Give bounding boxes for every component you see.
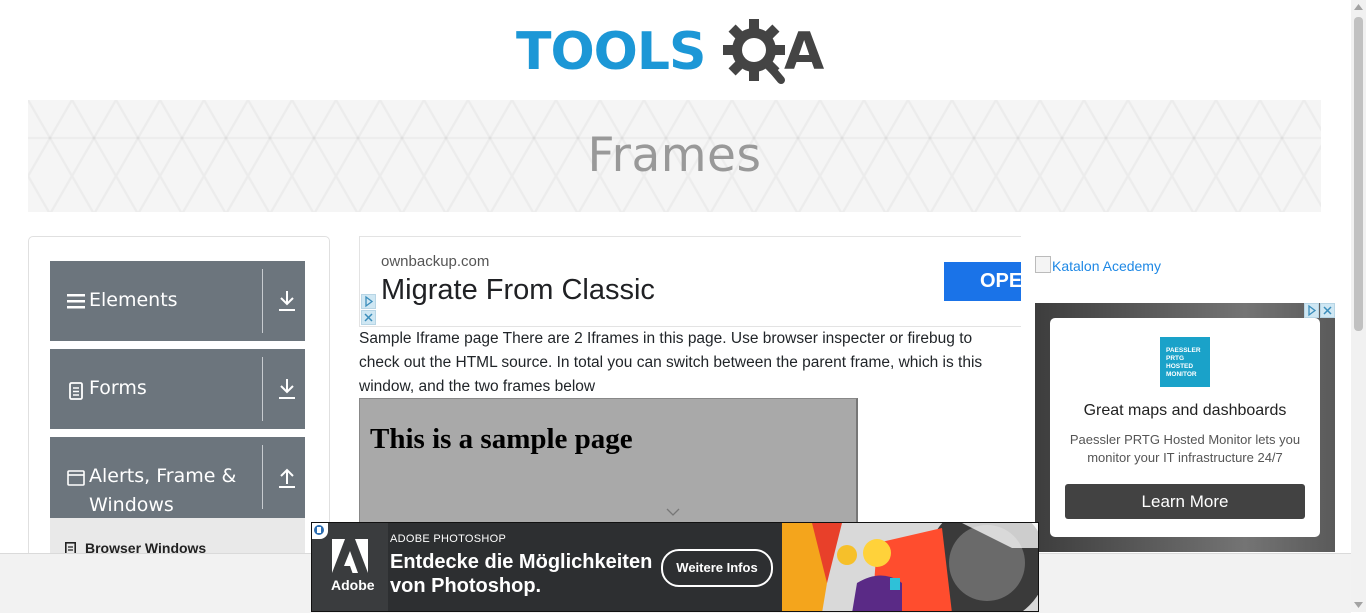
prtg-title: Great maps and dashboards [1083, 402, 1287, 419]
ad-artwork [782, 523, 1038, 611]
window-icon [67, 470, 85, 486]
sample-iframe[interactable]: This is a sample page [359, 398, 858, 528]
logo-text-a: A [784, 22, 824, 82]
ad-headline-line1: Entdecke die Möglichkeiten [390, 551, 653, 573]
adchoices-icon[interactable] [1304, 303, 1319, 318]
document-icon [69, 382, 83, 400]
ad-domain: ownbackup.com [381, 253, 490, 270]
toolsqa-logo[interactable]: TOOLS A [516, 14, 838, 92]
ad-open-button[interactable]: OPEN [944, 262, 1022, 301]
iframe-heading: This is a sample page [370, 423, 633, 455]
sidebar-group-forms[interactable]: Forms [50, 349, 305, 429]
close-icon[interactable] [1320, 303, 1335, 318]
top-advertisement[interactable]: ownbackup.com Migrate From Classic OPEN [359, 236, 1022, 327]
right-sidebar: Katalon Acedemy PAESSLER PRTG HOSTED MON… [1021, 236, 1335, 552]
upload-arrow-icon[interactable] [278, 466, 296, 488]
adobe-icon [332, 539, 368, 573]
adobe-logo-text: Adobe [331, 577, 375, 593]
download-arrow-icon[interactable] [278, 290, 296, 312]
sidebar-group-alerts-frame-windows[interactable]: Alerts, Frame & Windows [50, 437, 305, 518]
weitere-infos-button[interactable]: Weitere Infos [661, 549, 773, 587]
chevron-down-icon [666, 508, 680, 516]
katalon-alt-text: Katalon Acedemy [1052, 258, 1161, 274]
scroll-up-arrow-icon[interactable] [1354, 4, 1363, 10]
adobe-photoshop-ad[interactable]: Adobe ADOBE PHOTOSHOP Entdecke die Mögli… [311, 522, 1039, 612]
prtg-card: PAESSLER PRTG HOSTED MONITOR Great maps … [1050, 318, 1320, 537]
divider [262, 357, 263, 421]
close-icon[interactable] [361, 310, 376, 325]
prtg-advertisement[interactable]: PAESSLER PRTG HOSTED MONITOR Great maps … [1035, 303, 1335, 552]
learn-more-button[interactable]: Learn More [1065, 484, 1305, 519]
page-title: Frames [587, 128, 762, 183]
prtg-logo: PAESSLER PRTG HOSTED MONITOR [1160, 337, 1210, 387]
left-sidebar: Elements Forms Alerts, Frame & Windows B… [28, 236, 330, 568]
page-banner: Frames [28, 100, 1321, 212]
prtg-description: Paessler PRTG Hosted Monitor lets you mo… [1069, 432, 1301, 465]
scrollbar-thumb[interactable] [1354, 17, 1363, 331]
adchoices-icon[interactable] [361, 294, 376, 309]
ad-headline[interactable]: Migrate From Classic [381, 274, 655, 307]
ad-badge-icon[interactable] [312, 523, 328, 539]
divider [262, 445, 263, 509]
gear-icon [723, 19, 785, 84]
sidebar-group-label: Alerts, Frame & Windows [89, 465, 237, 516]
sidebar-group-label: Elements [89, 289, 178, 311]
hamburger-icon [67, 294, 85, 309]
sidebar-group-label: Forms [89, 377, 147, 399]
ad-kicker: ADOBE PHOTOSHOP [390, 533, 507, 545]
page-scrollbar[interactable] [1351, 0, 1366, 612]
logo-text-tools: TOOLS [516, 22, 705, 82]
ad-headline-line2: von Photoshop. [390, 575, 542, 597]
sidebar-group-elements[interactable]: Elements [50, 261, 305, 341]
divider [262, 269, 263, 333]
download-arrow-icon[interactable] [278, 378, 296, 400]
broken-image-icon [1035, 256, 1051, 273]
scroll-down-arrow-icon[interactable] [1354, 602, 1363, 608]
katalon-academy-link[interactable]: Katalon Acedemy [1035, 256, 1161, 274]
intro-text: Sample Iframe page There are 2 Iframes i… [359, 330, 983, 395]
